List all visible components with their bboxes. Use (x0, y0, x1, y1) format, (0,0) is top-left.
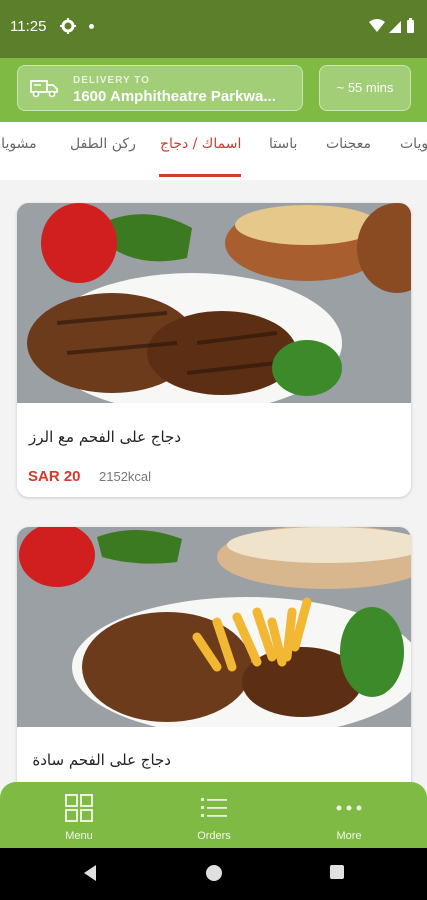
nav-menu[interactable]: Menu (8, 782, 150, 848)
product-price: SAR 20 (28, 468, 81, 485)
product-name: دجاج على الفحم مع الرز (29, 428, 181, 446)
status-bar: 11:25 (0, 0, 427, 58)
wifi-signal-battery-icon (369, 18, 414, 33)
nav-more[interactable]: More (278, 782, 420, 848)
product-name: دجاج على الفحم سادة (32, 751, 171, 769)
tab-pasta[interactable]: باستا (269, 136, 297, 152)
list-icon (201, 798, 227, 817)
more-dots-icon (336, 805, 362, 811)
delivery-eta[interactable]: ~ 55 mins (319, 65, 411, 111)
product-card[interactable]: دجاج على الفحم سادة (17, 527, 411, 817)
notification-dot-icon (89, 24, 94, 29)
product-image (17, 527, 411, 727)
delivery-address: 1600 Amphitheatre Parkwa... (73, 88, 276, 105)
grid-icon (65, 794, 93, 822)
delivery-truck-icon (30, 80, 58, 98)
nav-orders-label: Orders (197, 830, 231, 842)
tab-grills[interactable]: مشويات (0, 136, 37, 152)
nav-menu-label: Menu (65, 830, 93, 842)
tab-pastries[interactable]: معجنات (326, 136, 371, 152)
app-header: DELIVERY TO 1600 Amphitheatre Parkwa... … (0, 58, 427, 122)
nav-more-label: More (336, 830, 362, 842)
delivery-label: DELIVERY TO (73, 75, 150, 86)
product-image (17, 203, 411, 403)
status-time: 11:25 (10, 18, 47, 35)
product-calories: 2152kcal (99, 469, 152, 484)
tab-kids-corner[interactable]: ركن الطفل (70, 136, 136, 152)
delivery-address-selector[interactable]: DELIVERY TO 1600 Amphitheatre Parkwa... (17, 65, 303, 111)
back-icon[interactable] (82, 864, 98, 882)
tab-sweets[interactable]: حلويات (400, 136, 427, 152)
recents-icon[interactable] (329, 864, 345, 880)
product-card[interactable]: دجاج على الفحم مع الرز SAR 20 2152kcal (17, 203, 411, 497)
settings-gear-icon (60, 18, 76, 34)
active-tab-indicator (159, 174, 241, 177)
nav-orders[interactable]: Orders (143, 782, 285, 848)
home-icon[interactable] (205, 864, 223, 882)
system-navigation-bar (0, 848, 427, 900)
tab-fish-chicken[interactable]: اسماك / دجاج (160, 136, 241, 152)
category-tabs: مشويات ركن الطفل اسماك / دجاج باستا معجن… (0, 122, 427, 180)
bottom-navigation: Menu Orders More (0, 782, 427, 848)
